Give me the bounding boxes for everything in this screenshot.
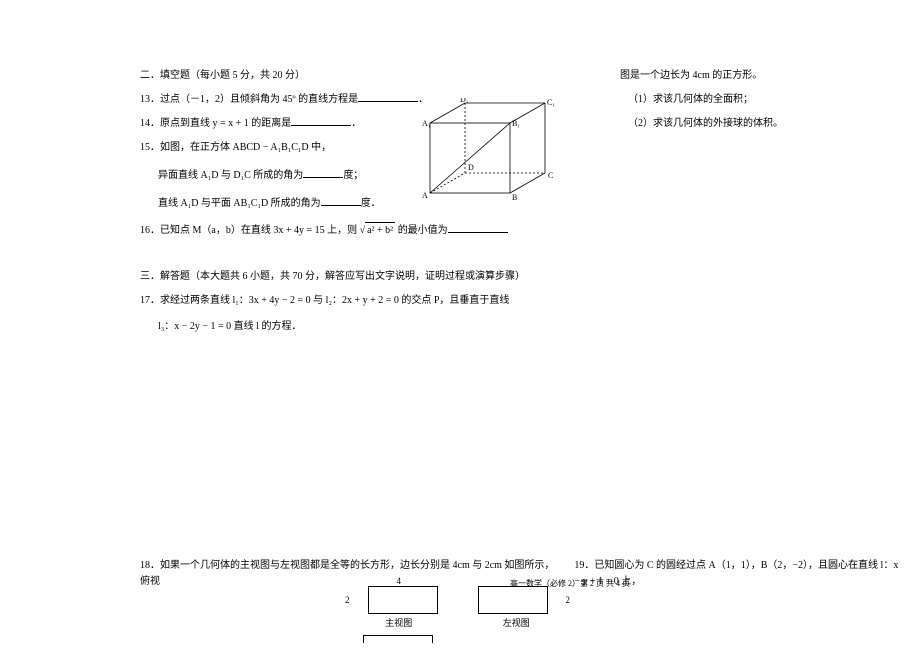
main-view-rect bbox=[368, 586, 438, 614]
page-footer: 高一数学（必修 2）第 2 页 共 4 页 bbox=[510, 578, 630, 589]
question-17a: 17．求经过两条直线 l₁：3x + 4y − 2 = 0 与 l₂：2x + … bbox=[140, 293, 600, 309]
left-view-label: 左视图 bbox=[463, 616, 571, 629]
label-B: B bbox=[512, 193, 517, 202]
q14-text: 14．原点到直线 y = x + 1 的距离是 bbox=[140, 118, 291, 129]
q15b-unit: 度． bbox=[361, 198, 381, 209]
blank bbox=[303, 168, 343, 178]
right-line-1: 图是一个边长为 4cm 的正方形。 bbox=[620, 68, 880, 84]
label-A1: A₁ bbox=[422, 119, 431, 128]
label-D1: D₁ bbox=[460, 98, 469, 104]
label-B1: B₁ bbox=[512, 119, 520, 128]
main-view-label: 主视图 bbox=[345, 616, 453, 629]
cube-figure: A₁ B₁ D₁ C₁ A B C D bbox=[410, 98, 580, 208]
sqrt-expr: a² + b² bbox=[365, 222, 395, 239]
section-2-header: 二．填空题（每小题 5 分，共 20 分） bbox=[140, 68, 600, 84]
label-A: A bbox=[422, 191, 428, 200]
q15a-unit: 度； bbox=[343, 170, 363, 181]
right-line-3: （2）求该几何体的外接球的体积。 bbox=[628, 116, 880, 132]
section-3-header: 三．解答题（本大题共 6 小题，共 70 分，解答应写出文字说明，证明过程或演算… bbox=[140, 269, 600, 285]
dim-4: 4 bbox=[345, 576, 453, 586]
right-column: 图是一个边长为 4cm 的正方形。 （1）求该几何体的全面积； （2）求该几何体… bbox=[620, 68, 880, 140]
blank bbox=[321, 196, 361, 206]
top-view-partial bbox=[363, 635, 433, 643]
q16-pre: 16．已知点 M（a，b）在直线 3x + 4y = 15 上，则 √ bbox=[140, 225, 365, 236]
dim-2b: 2 bbox=[566, 595, 571, 605]
question-17b: l₃：x − 2y − 1 = 0 直线 l 的方程． bbox=[158, 319, 600, 335]
q13-text: 13．过点（－1，2）且倾斜角为 45º 的直线方程是 bbox=[140, 94, 358, 105]
question-16: 16．已知点 M（a，b）在直线 3x + 4y = 15 上，则 √a² + … bbox=[140, 222, 600, 239]
right-line-2: （1）求该几何体的全面积； bbox=[628, 92, 880, 108]
label-C1: C₁ bbox=[547, 98, 555, 107]
dim-2: 2 bbox=[345, 595, 350, 605]
label-D: D bbox=[468, 163, 474, 172]
blank bbox=[448, 223, 508, 233]
left-view-rect bbox=[478, 586, 548, 614]
label-C: C bbox=[548, 171, 553, 180]
q15b-text: 直线 A₁D 与平面 AB₁C₁D 所成的角为 bbox=[158, 198, 321, 209]
blank bbox=[291, 116, 351, 126]
q16-post: 的最小值为 bbox=[395, 225, 448, 236]
q15a-text: 异面直线 A₁D 与 D₁C 所成的角为 bbox=[158, 170, 303, 181]
